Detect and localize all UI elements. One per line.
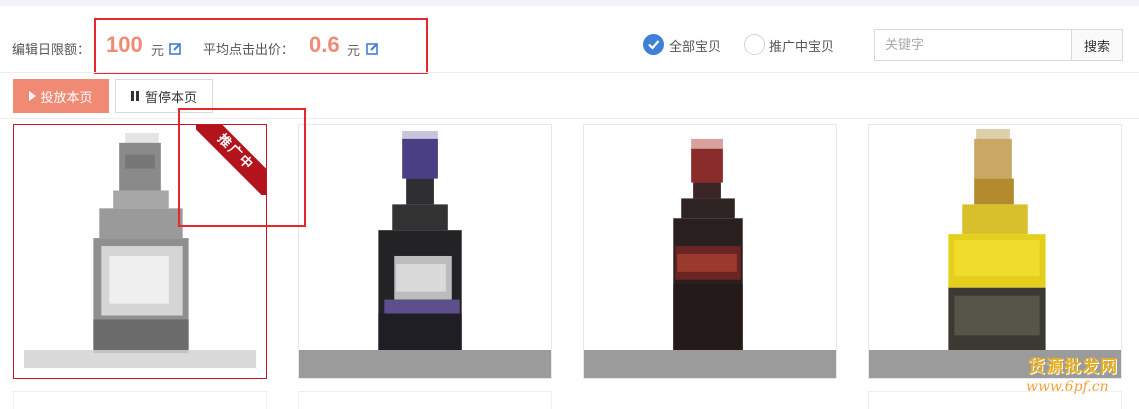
toolbar-divider: [0, 118, 1139, 119]
watermark-url: www.6pf.cn: [1026, 379, 1109, 395]
search-input[interactable]: [874, 29, 1072, 61]
promotion-page: 编辑日限额： 100 元 平均点击出价： 0.6 元 全部宝贝 推广中宝贝 搜索…: [0, 0, 1139, 409]
header-divider: [0, 72, 1139, 73]
card-bottom-bar: [584, 350, 836, 378]
top-strip: [0, 0, 1139, 6]
radio-all-items[interactable]: [643, 34, 664, 55]
card-bottom-bar: [299, 350, 551, 378]
annotation-box-budget: [94, 18, 428, 74]
launch-page-button[interactable]: 投放本页: [13, 79, 109, 113]
product-card-row2[interactable]: [298, 391, 552, 409]
product-image: [948, 128, 1046, 358]
product-card-row2[interactable]: [13, 391, 267, 409]
radio-promoting-items[interactable]: [744, 34, 765, 55]
daily-budget-label: 编辑日限额：: [12, 43, 91, 58]
product-card[interactable]: [868, 124, 1122, 379]
launch-page-label: 投放本页: [40, 90, 93, 106]
filter-promoting-items-label[interactable]: 推广中宝贝: [769, 36, 834, 55]
annotation-box-badge: [178, 108, 306, 227]
search-button[interactable]: 搜索: [1071, 29, 1123, 61]
product-image: [378, 130, 462, 358]
watermark-title: 货源批发网: [1028, 357, 1118, 377]
filter-all-items-label[interactable]: 全部宝贝: [669, 36, 721, 55]
pause-page-label: 暂停本页: [144, 90, 197, 106]
product-card[interactable]: [583, 124, 837, 379]
product-image: [673, 138, 743, 358]
play-icon: [29, 91, 37, 101]
product-card[interactable]: [298, 124, 552, 379]
card-bottom-bar: [24, 350, 256, 368]
pause-icon: [130, 91, 139, 101]
